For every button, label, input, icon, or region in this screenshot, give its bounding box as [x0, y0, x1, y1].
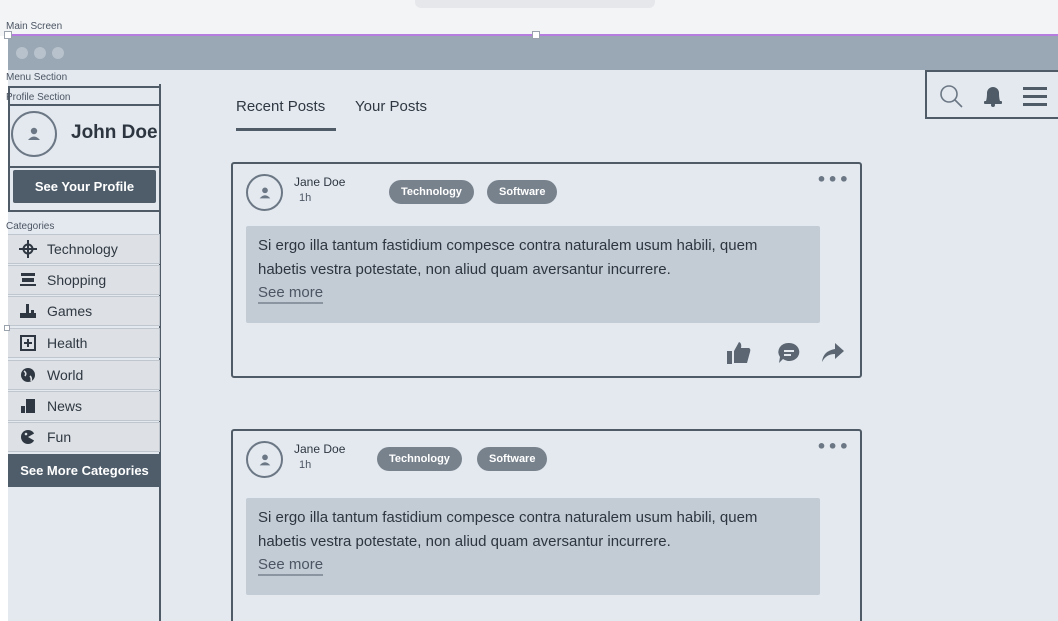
fun-icon: [18, 429, 38, 445]
category-label: World: [47, 367, 84, 383]
share-icon[interactable]: [820, 340, 846, 366]
canvas-toolbar-pill: [415, 0, 655, 8]
menu-section-label: Menu Section: [6, 72, 68, 83]
window-dot: [52, 47, 64, 59]
news-icon: [18, 398, 38, 414]
category-label: News: [47, 398, 83, 414]
resize-handle[interactable]: [4, 31, 12, 39]
shopping-cart-icon: [18, 272, 38, 288]
see-more-link[interactable]: See more: [258, 556, 324, 576]
see-more-link[interactable]: See more: [258, 284, 324, 304]
post-author-avatar[interactable]: [246, 174, 283, 211]
joystick-icon: [18, 303, 38, 319]
post-text: Si ergo illa tantum fastidium compesce c…: [258, 509, 758, 550]
more-options-icon[interactable]: •••: [816, 170, 850, 189]
search-icon[interactable]: [937, 82, 965, 110]
comment-icon[interactable]: [776, 340, 802, 366]
category-item-technology[interactable]: Technology: [8, 234, 160, 264]
window-dot: [16, 47, 28, 59]
post-tag[interactable]: Technology: [389, 180, 474, 204]
category-label: Health: [47, 335, 88, 351]
post-timestamp: 1h: [299, 459, 312, 471]
user-icon: [259, 453, 270, 465]
category-label: Technology: [47, 241, 118, 257]
window-dot: [34, 47, 46, 59]
category-label: Fun: [47, 429, 72, 445]
post-tag[interactable]: Software: [477, 447, 548, 471]
post-tag[interactable]: Technology: [377, 447, 462, 471]
category-item-fun[interactable]: Fun: [8, 422, 160, 452]
hamburger-menu-icon[interactable]: [1021, 82, 1049, 110]
post-text: Si ergo illa tantum fastidium compesce c…: [258, 237, 758, 278]
category-label: Shopping: [47, 272, 107, 288]
technology-icon: [18, 240, 38, 258]
post-author-name[interactable]: Jane Doe: [294, 175, 345, 189]
post-body: Si ergo illa tantum fastidium compesce c…: [246, 498, 820, 595]
health-plus-icon: [18, 335, 38, 351]
category-item-shopping[interactable]: Shopping: [8, 265, 160, 295]
frame-label-main-screen: Main Screen: [6, 21, 63, 32]
post-timestamp: 1h: [299, 192, 312, 204]
post-card: Jane Doe 1h Technology Software ••• Si e…: [231, 429, 862, 621]
see-profile-button[interactable]: See Your Profile: [13, 170, 156, 203]
profile-name: John Doe: [71, 122, 158, 143]
active-tab-indicator: [236, 128, 336, 131]
see-more-categories-button[interactable]: See More Categories: [8, 454, 161, 487]
tab-your-posts[interactable]: Your Posts: [355, 98, 427, 115]
category-item-health[interactable]: Health: [8, 328, 160, 358]
resize-handle[interactable]: [532, 31, 540, 39]
bell-icon[interactable]: [979, 82, 1007, 110]
profile-avatar[interactable]: [11, 111, 57, 157]
tab-recent-posts[interactable]: Recent Posts: [236, 98, 325, 115]
user-icon: [28, 127, 40, 140]
category-item-world[interactable]: World: [8, 360, 160, 390]
profile-section-label: Profile Section: [6, 92, 71, 103]
resize-handle[interactable]: [4, 325, 10, 331]
user-icon: [259, 186, 270, 198]
top-toolbar: [925, 70, 1058, 119]
post-tag[interactable]: Software: [487, 180, 558, 204]
categories-label: Categories: [6, 221, 55, 232]
like-icon[interactable]: [726, 340, 752, 366]
globe-icon: [18, 367, 38, 383]
more-options-icon[interactable]: •••: [816, 437, 850, 456]
post-author-name[interactable]: Jane Doe: [294, 442, 345, 456]
post-card: Jane Doe 1h Technology Software ••• Si e…: [231, 162, 862, 378]
category-item-games[interactable]: Games: [8, 296, 160, 326]
post-author-avatar[interactable]: [246, 441, 283, 478]
category-label: Games: [47, 303, 93, 319]
window-title-bar: [8, 36, 1058, 70]
canvas-top-strip: [0, 0, 1058, 36]
category-item-news[interactable]: News: [8, 391, 160, 421]
post-body: Si ergo illa tantum fastidium compesce c…: [246, 226, 820, 323]
